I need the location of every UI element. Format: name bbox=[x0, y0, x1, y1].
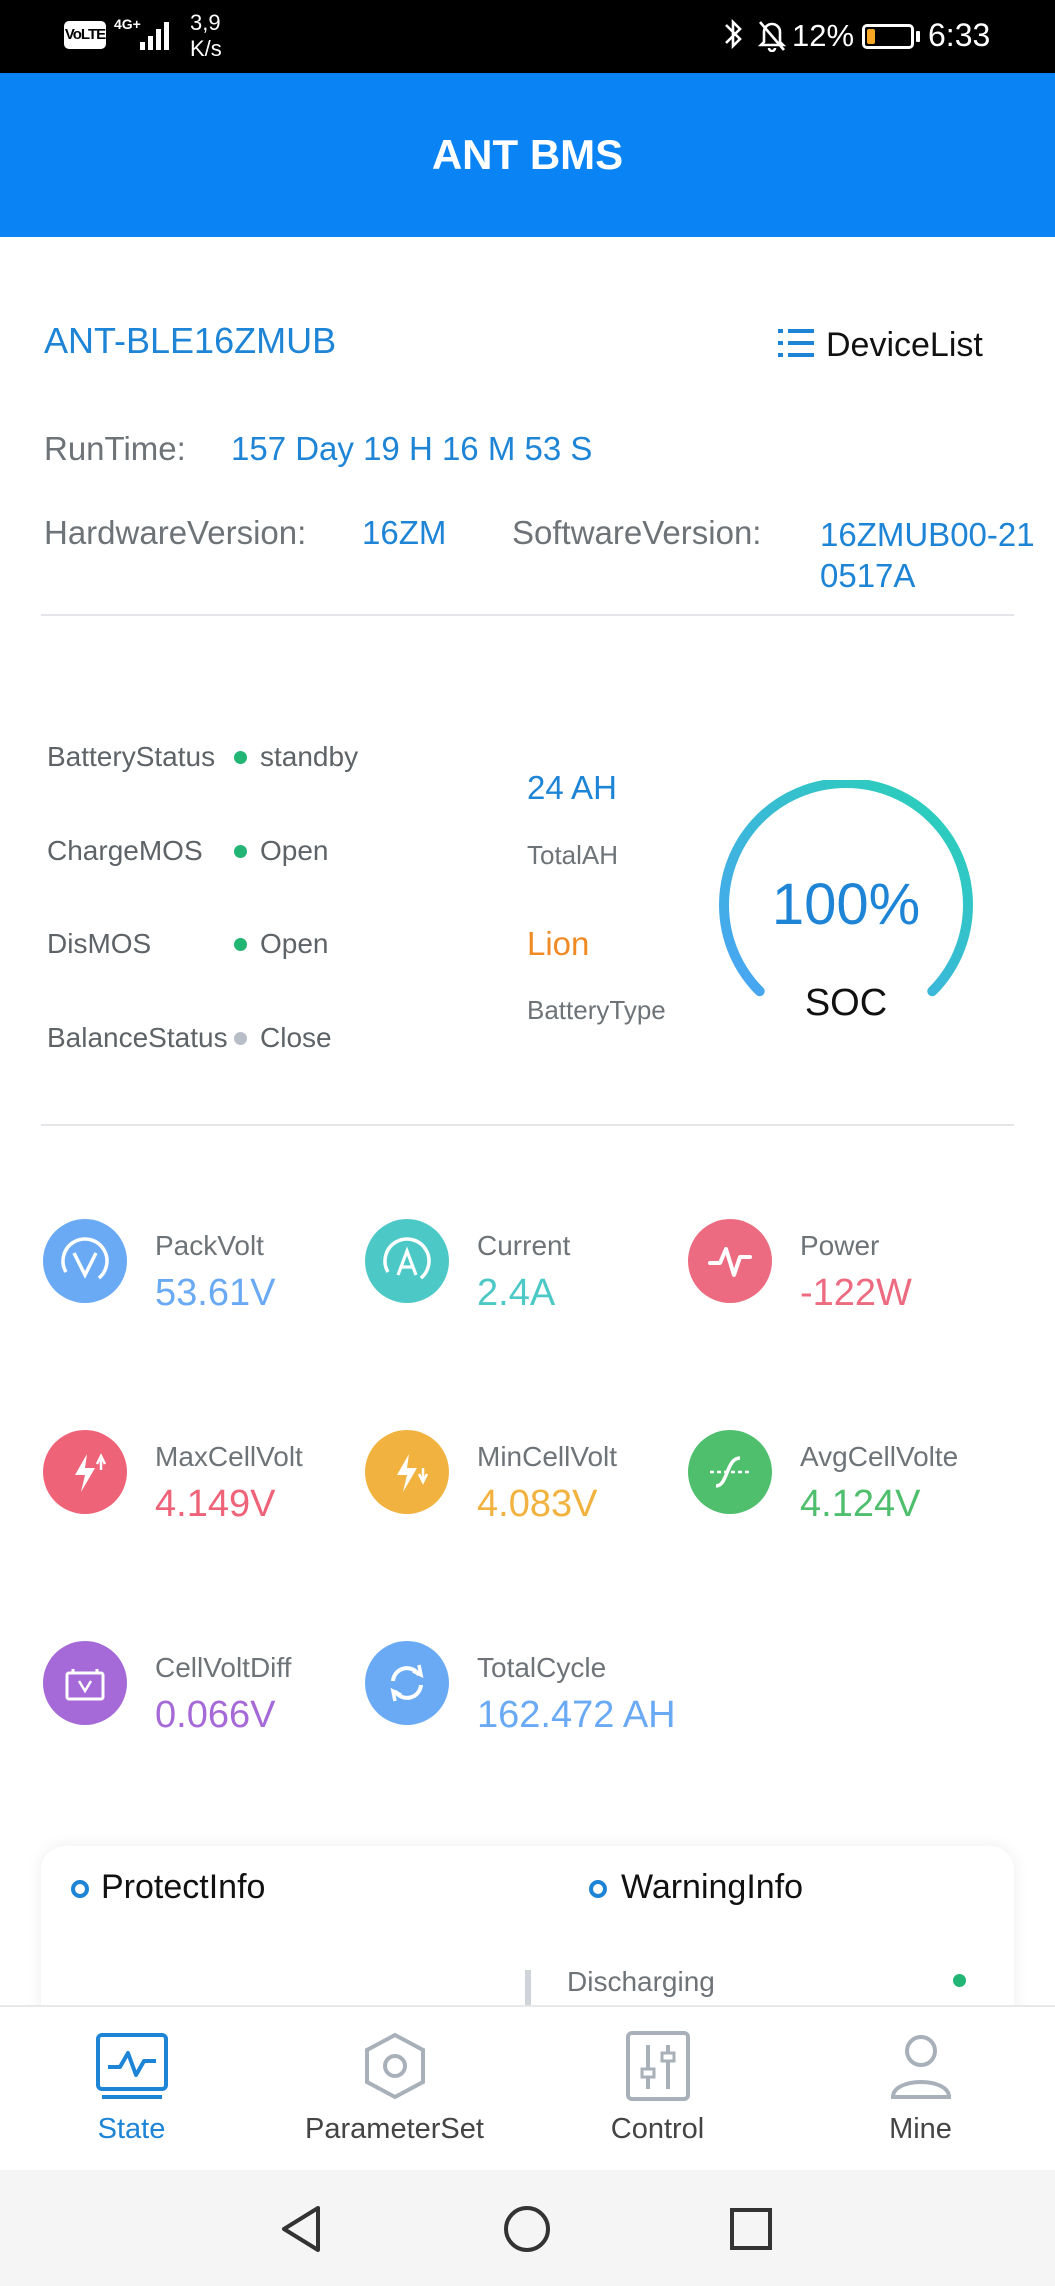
hexagon-settings-icon bbox=[357, 2031, 433, 2101]
battery-type-label: BatteryType bbox=[527, 995, 666, 1025]
metric-label: PackVolt bbox=[155, 1230, 264, 1261]
warning-item-dot bbox=[953, 1974, 966, 1987]
speed-value: 3,9 bbox=[190, 10, 221, 35]
software-version-line2: 0517A bbox=[820, 557, 916, 594]
battery-icon bbox=[862, 24, 914, 49]
device-list-label: DeviceList bbox=[826, 326, 983, 364]
recents-icon[interactable] bbox=[728, 2206, 774, 2252]
tab-control-label: Control bbox=[610, 2113, 705, 2145]
protect-info-title: ProtectInfo bbox=[101, 1868, 266, 1906]
tab-parameter-set[interactable]: ParameterSet bbox=[263, 2007, 526, 2172]
volte-badge: VoLTE bbox=[64, 21, 106, 49]
battery-status-dot bbox=[234, 751, 247, 764]
signal-icon bbox=[132, 18, 172, 50]
clock: 6:33 bbox=[928, 17, 991, 53]
metric-value: 162.472 AH bbox=[477, 1694, 676, 1736]
speed-unit: K/s bbox=[190, 36, 222, 61]
divider bbox=[41, 1124, 1014, 1126]
battery-tip bbox=[916, 31, 920, 42]
warning-item-label: Discharging bbox=[567, 1966, 715, 1997]
app-title: ANT BMS bbox=[431, 131, 624, 178]
bottom-nav: State ParameterSet Control Mine bbox=[0, 2005, 1055, 2170]
pack-volt-icon bbox=[43, 1219, 127, 1303]
soc-label: SOC bbox=[804, 982, 888, 1024]
sliders-icon bbox=[620, 2031, 696, 2101]
hardware-version-value: 16ZM bbox=[362, 514, 447, 551]
metric-value: -122W bbox=[800, 1272, 912, 1314]
soc-value: 100% bbox=[771, 872, 921, 937]
charge-mos-value: Open bbox=[260, 835, 329, 866]
dis-mos-label: DisMOS bbox=[47, 928, 152, 959]
hardware-version-label: HardwareVersion: bbox=[44, 514, 307, 551]
charge-mos-dot bbox=[234, 845, 247, 858]
app-header: ANT BMS bbox=[0, 73, 1055, 237]
tab-parameter-set-label: ParameterSet bbox=[305, 2113, 484, 2145]
avg-cell-volt-icon bbox=[688, 1430, 772, 1514]
bluetooth-icon bbox=[722, 16, 746, 60]
battery-status-label: BatteryStatus bbox=[47, 741, 216, 772]
software-version-line1: 16ZMUB00-21 bbox=[820, 516, 1035, 553]
tab-state[interactable]: State bbox=[0, 2007, 263, 2172]
state-icon bbox=[94, 2031, 170, 2101]
battery-status-value: standby bbox=[260, 741, 359, 772]
tab-mine-label: Mine bbox=[889, 2113, 952, 2145]
metric-label: Current bbox=[477, 1230, 571, 1261]
metric-label: MaxCellVolt bbox=[155, 1441, 303, 1472]
network-speed: 3,9 K/s bbox=[190, 10, 222, 62]
balance-status-value: Close bbox=[260, 1022, 332, 1053]
device-name: ANT-BLE16ZMUB bbox=[44, 320, 337, 361]
warning-marker bbox=[525, 1970, 531, 2006]
tab-state-label: State bbox=[97, 2113, 166, 2145]
battery-percent: 12% bbox=[792, 18, 855, 53]
software-version-value: 16ZMUB00-21 0517A bbox=[820, 514, 1035, 596]
back-icon[interactable] bbox=[278, 2204, 324, 2254]
metric-label: TotalCycle bbox=[477, 1652, 607, 1683]
min-cell-volt-icon bbox=[365, 1430, 449, 1514]
power-icon bbox=[688, 1219, 772, 1303]
metric-label: Power bbox=[800, 1230, 880, 1261]
tab-control[interactable]: Control bbox=[526, 2007, 789, 2172]
battery-type-value: Lion bbox=[527, 925, 590, 962]
status-bar: VoLTE 4G+ 3,9 K/s 12% 6:33 bbox=[0, 0, 1055, 73]
max-cell-volt-icon bbox=[43, 1430, 127, 1514]
total-ah-label: TotalAH bbox=[527, 840, 619, 870]
charge-mos-label: ChargeMOS bbox=[47, 835, 203, 866]
metric-value: 4.124V bbox=[800, 1483, 921, 1525]
metric-value: 2.4A bbox=[477, 1272, 556, 1314]
metric-value: 53.61V bbox=[155, 1272, 276, 1314]
list-icon bbox=[778, 328, 814, 358]
software-version-label: SoftwareVersion: bbox=[512, 514, 762, 551]
metric-value: 4.149V bbox=[155, 1483, 276, 1525]
runtime-value: 157 Day 19 H 16 M 53 S bbox=[231, 430, 593, 467]
current-icon bbox=[365, 1219, 449, 1303]
dis-mos-value: Open bbox=[260, 928, 329, 959]
protect-info-bullet bbox=[71, 1880, 89, 1898]
warning-info-bullet bbox=[589, 1880, 607, 1898]
divider bbox=[41, 614, 1014, 616]
balance-status-label: BalanceStatus bbox=[47, 1022, 228, 1053]
metric-value: 4.083V bbox=[477, 1483, 598, 1525]
metric-label: CellVoltDiff bbox=[155, 1652, 292, 1683]
warning-info-title: WarningInfo bbox=[621, 1868, 804, 1906]
total-cycle-icon bbox=[365, 1641, 449, 1725]
balance-status-dot bbox=[234, 1032, 247, 1045]
home-icon[interactable] bbox=[502, 2204, 552, 2254]
dis-mos-dot bbox=[234, 938, 247, 951]
cell-volt-diff-icon bbox=[43, 1641, 127, 1725]
metric-label: AvgCellVolte bbox=[800, 1441, 959, 1472]
user-icon bbox=[883, 2031, 959, 2101]
metric-value: 0.066V bbox=[155, 1694, 276, 1736]
metric-label: MinCellVolt bbox=[477, 1441, 618, 1472]
system-nav-bar bbox=[0, 2170, 1055, 2286]
runtime-label: RunTime: bbox=[44, 430, 186, 467]
tab-mine[interactable]: Mine bbox=[789, 2007, 1052, 2172]
muted-bell-icon bbox=[756, 18, 788, 53]
total-ah-value: 24 AH bbox=[527, 769, 617, 806]
